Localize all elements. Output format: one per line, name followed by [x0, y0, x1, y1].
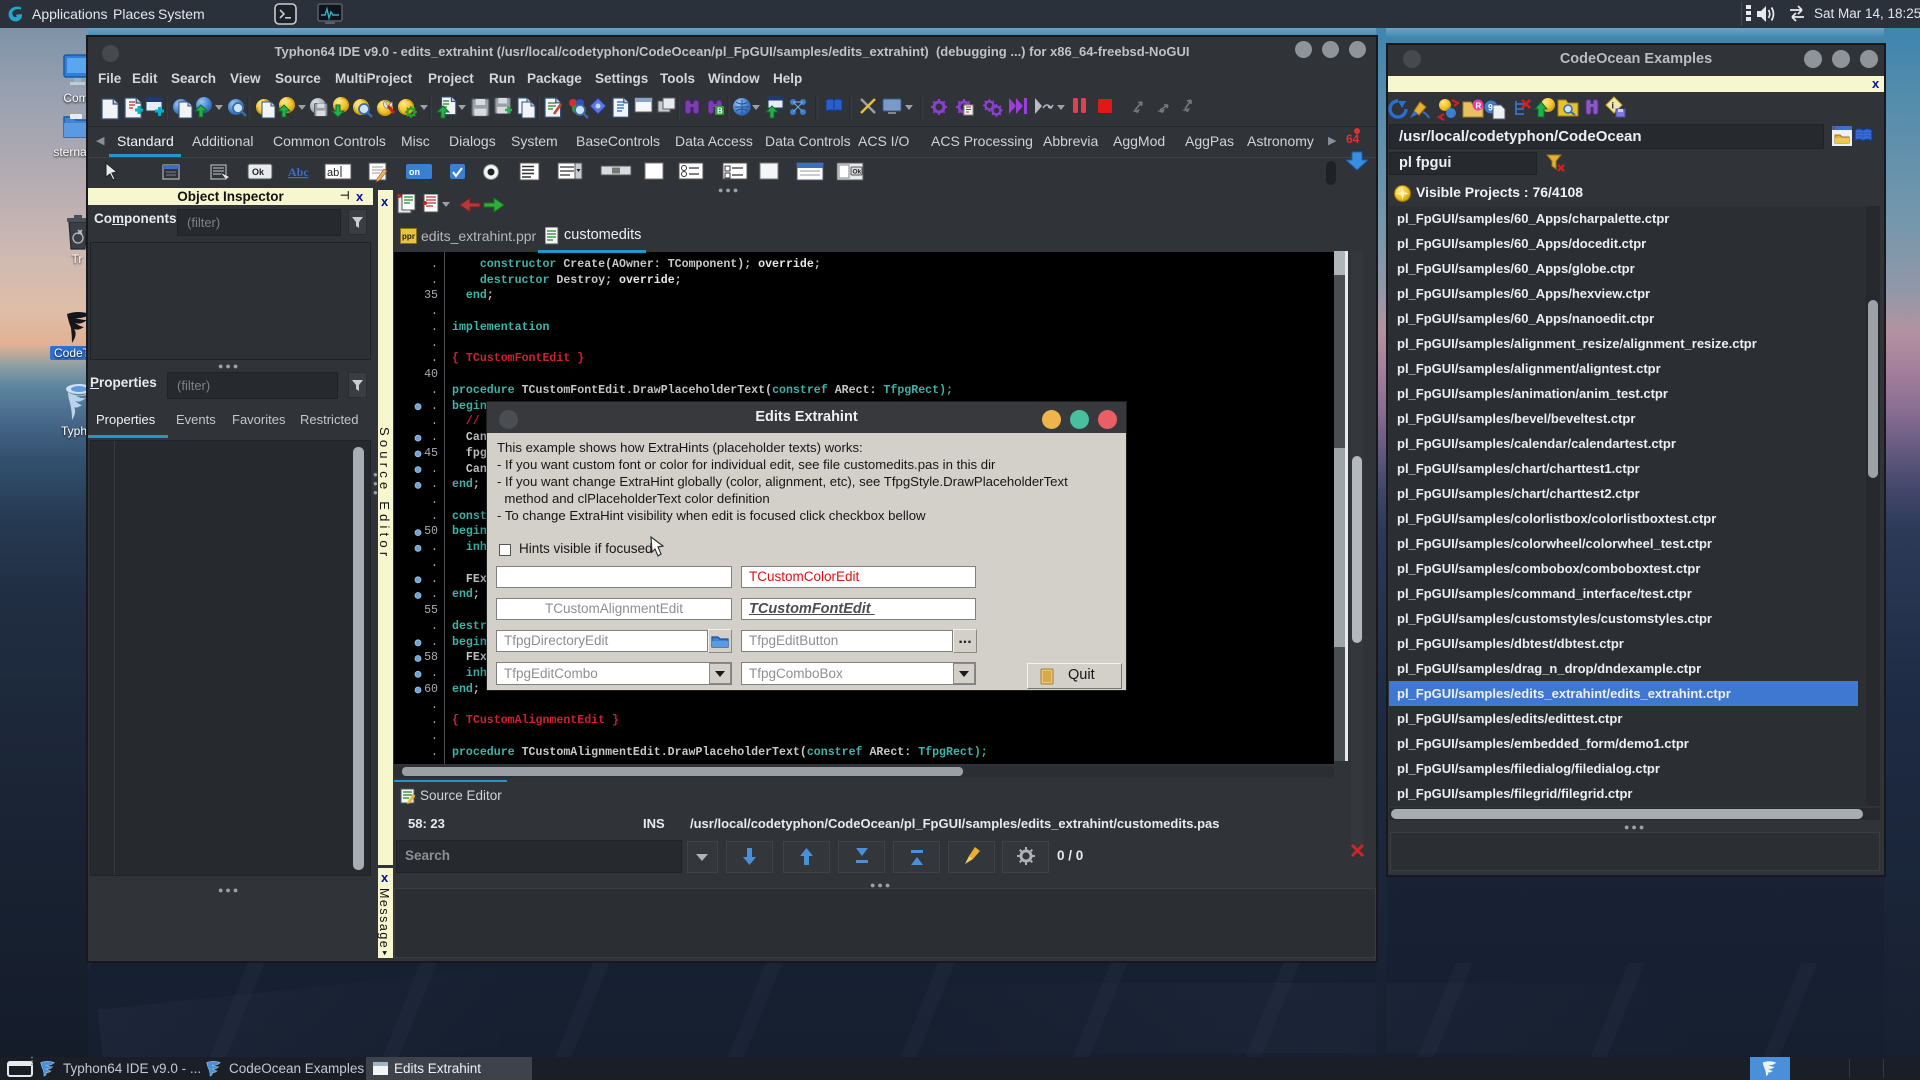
- svg-text:Ok: Ok: [252, 167, 265, 177]
- svg-text:on: on: [409, 167, 420, 177]
- svg-text:B: B: [717, 107, 723, 116]
- svg-text:Ok: Ok: [853, 169, 862, 176]
- svg-text:Abc: Abc: [288, 165, 309, 179]
- svg-text:ab: ab: [327, 167, 339, 179]
- svg-text:i: i: [1612, 101, 1615, 111]
- svg-text:R: R: [1476, 102, 1482, 111]
- svg-text:9: 9: [1488, 103, 1493, 113]
